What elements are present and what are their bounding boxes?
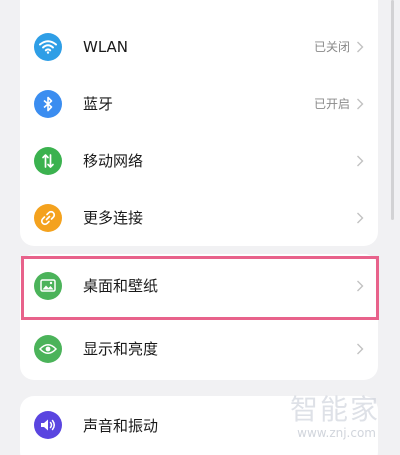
settings-item-label: 桌面和壁纸 — [83, 277, 159, 295]
settings-item-label: WLAN — [83, 37, 129, 56]
wifi-icon — [34, 32, 62, 61]
settings-item-home-wallpaper[interactable]: 桌面和壁纸 — [20, 254, 378, 317]
chevron-right-icon — [357, 98, 364, 109]
settings-item-display-brightness[interactable]: 显示和亮度 — [20, 317, 378, 380]
settings-item-label: 更多连接 — [83, 209, 144, 227]
link-icon — [34, 203, 62, 232]
settings-item-label: 移动网络 — [83, 152, 144, 170]
settings-item-label: 声音和振动 — [83, 416, 159, 435]
bluetooth-status: 已开启 — [313, 97, 350, 111]
settings-item-label: 显示和亮度 — [83, 340, 159, 358]
settings-item-more-connections[interactable]: 更多连接 — [20, 189, 378, 246]
settings-item-label: 蓝牙 — [83, 95, 114, 113]
chevron-right-icon — [357, 212, 364, 223]
settings-item-bluetooth[interactable]: 蓝牙 已开启 — [20, 75, 378, 132]
chevron-right-icon — [357, 155, 364, 166]
bluetooth-icon — [34, 89, 62, 118]
speaker-icon — [34, 411, 62, 439]
settings-item-wlan[interactable]: WLAN 已关闭 — [20, 18, 378, 75]
chevron-right-icon — [357, 343, 364, 354]
connectivity-section: WLAN 已关闭 蓝牙 已开启 移动网络 更多连接 — [20, 0, 378, 246]
mobile-data-icon — [34, 146, 62, 175]
wlan-status: 已关闭 — [313, 40, 350, 54]
chevron-right-icon — [357, 41, 364, 52]
scrollbar[interactable] — [391, 0, 394, 220]
wallpaper-icon — [34, 271, 62, 300]
chevron-right-icon — [357, 280, 364, 291]
sound-section: 声音和振动 — [20, 396, 378, 455]
display-section: 桌面和壁纸 显示和亮度 — [20, 254, 378, 380]
eye-icon — [34, 334, 62, 363]
settings-item-mobile-network[interactable]: 移动网络 — [20, 132, 378, 189]
settings-item-sound-vibration[interactable]: 声音和振动 — [20, 396, 378, 454]
